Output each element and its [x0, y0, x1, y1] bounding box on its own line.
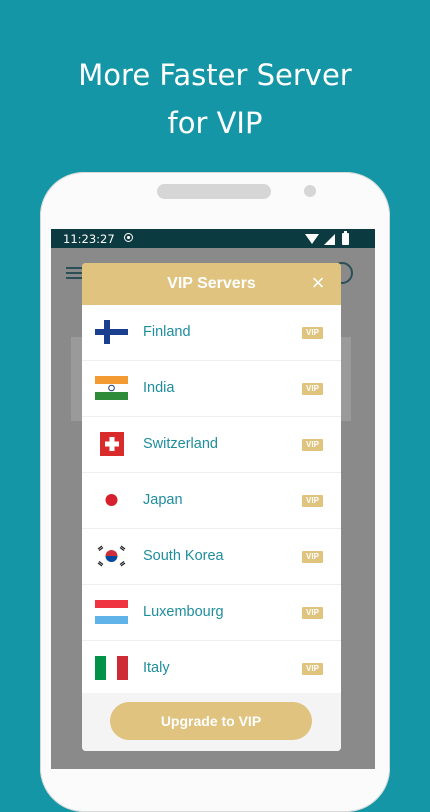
phone-camera	[304, 185, 316, 197]
headline-line-1: More Faster Server	[78, 58, 352, 92]
japan-flag-icon	[95, 488, 128, 512]
dialog-footer: Upgrade to VIP	[82, 693, 341, 751]
menu-icon	[66, 267, 82, 279]
vip-badge: VIP	[302, 439, 323, 451]
south-korea-flag-icon	[95, 544, 128, 568]
india-flag-icon	[95, 376, 128, 400]
vip-badge: VIP	[302, 551, 323, 563]
country-name: South Korea	[143, 548, 224, 564]
battery-icon	[342, 231, 349, 245]
server-row-finland[interactable]: Finland VIP	[82, 305, 341, 361]
vip-badge: VIP	[302, 383, 323, 395]
country-name: Switzerland	[143, 436, 218, 452]
vip-servers-dialog: VIP Servers × Finland VIP India VIP Swit…	[82, 263, 341, 751]
server-row-italy[interactable]: Italy VIP	[82, 641, 341, 697]
phone-speaker	[157, 184, 271, 199]
status-bar: 11:23:27	[51, 229, 375, 248]
country-name: Luxembourg	[143, 604, 224, 620]
italy-flag-icon	[95, 656, 128, 680]
close-button[interactable]: ×	[307, 272, 329, 294]
dialog-title: VIP Servers	[167, 275, 256, 292]
server-row-india[interactable]: India VIP	[82, 361, 341, 417]
wifi-icon	[305, 234, 319, 244]
vip-badge: VIP	[302, 495, 323, 507]
record-icon	[124, 233, 133, 242]
status-time: 11:23:27	[63, 232, 115, 246]
server-row-japan[interactable]: Japan VIP	[82, 473, 341, 529]
upgrade-to-vip-button[interactable]: Upgrade to VIP	[110, 702, 312, 740]
country-name: Finland	[143, 324, 191, 340]
switzerland-flag-icon	[100, 432, 124, 456]
country-name: Italy	[143, 660, 170, 676]
country-name: India	[143, 380, 175, 396]
signal-icon	[324, 234, 335, 245]
country-name: Japan	[143, 492, 183, 508]
status-icons	[305, 231, 361, 245]
vip-badge: VIP	[302, 663, 323, 675]
finland-flag-icon	[95, 320, 128, 344]
vip-badge: VIP	[302, 327, 323, 339]
vip-badge: VIP	[302, 607, 323, 619]
server-row-south-korea[interactable]: South Korea VIP	[82, 529, 341, 585]
server-row-switzerland[interactable]: Switzerland VIP	[82, 417, 341, 473]
headline-line-2: for VIP	[167, 106, 263, 140]
dialog-header: VIP Servers ×	[82, 263, 341, 305]
server-row-luxembourg[interactable]: Luxembourg VIP	[82, 585, 341, 641]
server-list: Finland VIP India VIP Switzerland VIP Ja…	[82, 305, 341, 697]
luxembourg-flag-icon	[95, 600, 128, 624]
